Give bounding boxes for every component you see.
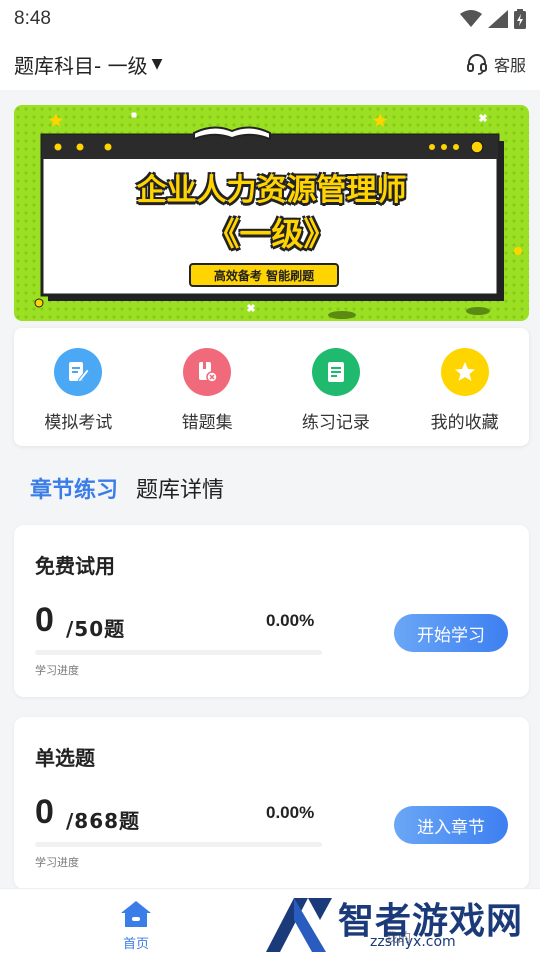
enter-chapter-button[interactable]: 进入章节 xyxy=(394,806,508,844)
section-tabs: 章节练习 题库详情 xyxy=(30,472,224,504)
practice-card: 免费试用 0 /50题 0.00% 学习进度 开始学习 xyxy=(14,525,529,697)
signal-icon xyxy=(488,10,508,28)
progress-bar xyxy=(35,650,322,655)
card-total-count: /868题 xyxy=(66,809,141,833)
nav-home-label: 首页 xyxy=(122,937,149,952)
star-icon xyxy=(440,348,489,396)
home-icon xyxy=(121,901,151,927)
wifi-icon xyxy=(460,10,482,27)
card-title: 免费试用 xyxy=(35,554,115,578)
card-percent: 0.00% xyxy=(266,803,315,822)
card-done-count: 0 xyxy=(35,793,54,831)
edit-icon xyxy=(54,348,103,396)
watermark-logo-mark xyxy=(266,898,332,952)
record-icon xyxy=(311,348,360,396)
nav-home[interactable]: 首页 xyxy=(108,899,164,952)
progress-label: 学习进度 xyxy=(35,856,79,869)
quick-label: 练习记录 xyxy=(301,413,370,433)
service-label: 客服 xyxy=(493,56,526,75)
card-percent: 0.00% xyxy=(266,611,315,630)
error-book-button[interactable]: 错题集 xyxy=(143,328,272,446)
progress-bar xyxy=(35,842,322,847)
favorites-button[interactable]: 我的收藏 xyxy=(400,328,529,446)
banner-title-line1: 企业人力资源管理师 xyxy=(136,173,407,208)
quick-actions-card: 模拟考试 错题集 练习记录 我的收藏 xyxy=(14,328,529,446)
tab-chapter-practice[interactable]: 章节练习 xyxy=(30,472,118,504)
status-icons xyxy=(460,9,526,29)
battery-icon xyxy=(514,9,526,29)
status-time: 8:48 xyxy=(14,8,51,29)
practice-card: 单选题 0 /868题 0.00% 学习进度 进入章节 xyxy=(14,717,529,889)
promo-banner[interactable]: 企业人力资源管理师 《一级》 高效备考 智能刷题 xyxy=(14,105,529,321)
error-book-icon xyxy=(183,348,232,396)
tab-bank-details[interactable]: 题库详情 xyxy=(136,472,224,504)
quick-label: 模拟考试 xyxy=(44,413,113,433)
banner-tagline: 高效备考 智能刷题 xyxy=(189,263,339,287)
mock-exam-button[interactable]: 模拟考试 xyxy=(14,328,143,446)
top-bar: 题库科目- 一级 ▼ 客服 xyxy=(0,38,540,90)
watermark-logo: 智者游戏网 zzslnyx.com xyxy=(260,890,540,960)
status-bar: 8:48 xyxy=(0,0,540,38)
banner-title-line2: 《一级》 xyxy=(207,215,336,253)
quick-label: 我的收藏 xyxy=(430,413,499,433)
practice-record-button[interactable]: 练习记录 xyxy=(272,328,401,446)
headset-icon xyxy=(466,54,487,75)
card-done-count: 0 xyxy=(35,601,54,639)
card-title: 单选题 xyxy=(35,746,95,770)
quick-label: 错题集 xyxy=(181,413,233,433)
start-learning-button[interactable]: 开始学习 xyxy=(394,614,508,652)
subject-selector[interactable]: 题库科目- 一级 ▼ xyxy=(14,50,162,79)
subject-label: 题库科目- 一级 xyxy=(14,53,148,78)
watermark-url: zzslnyx.com xyxy=(370,934,456,950)
card-total-count: /50题 xyxy=(66,617,126,641)
progress-label: 学习进度 xyxy=(35,664,79,677)
customer-service-button[interactable]: 客服 xyxy=(466,52,526,76)
caret-down-icon: ▼ xyxy=(151,56,163,72)
